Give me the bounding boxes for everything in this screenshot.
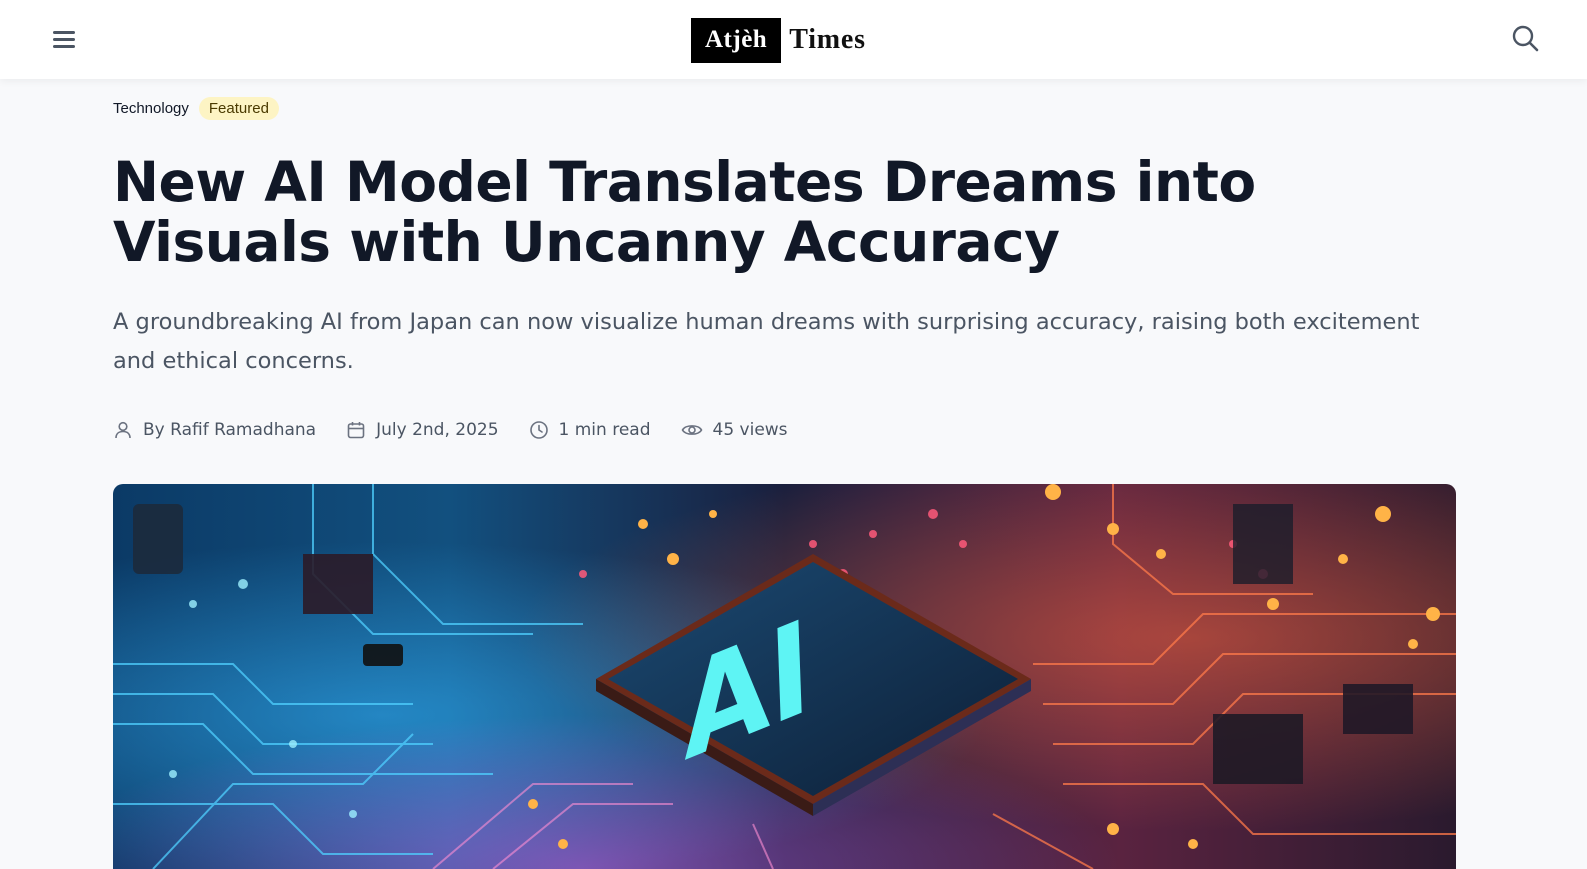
logo-box: Atjèh [691, 17, 782, 63]
meta-read-time: 1 min read [529, 420, 651, 440]
meta-views: 45 views [681, 420, 788, 440]
clock-icon [529, 421, 548, 439]
publish-date: July 2nd, 2025 [376, 420, 499, 440]
calendar-icon [347, 422, 365, 439]
read-time: 1 min read [558, 420, 651, 440]
hamburger-menu-icon[interactable] [50, 25, 80, 55]
meta-author: By Rafif Ramadhana [113, 420, 316, 440]
view-count: 45 views [712, 420, 788, 440]
category-row: Technology Featured [113, 97, 279, 120]
category-link[interactable]: Technology [113, 100, 189, 117]
article-meta: By Rafif Ramadhana July 2nd, 2025 1 min … [113, 420, 818, 440]
user-icon [115, 421, 131, 439]
meta-date: July 2nd, 2025 [346, 420, 499, 440]
article-subtitle: A groundbreaking AI from Japan can now v… [113, 309, 1420, 374]
site-logo[interactable]: Atjèh Times [691, 17, 866, 63]
author-name[interactable]: By Rafif Ramadhana [143, 420, 316, 440]
search-icon[interactable] [1509, 22, 1543, 56]
hero-image: AI [113, 484, 1456, 869]
featured-badge: Featured [198, 97, 279, 120]
top-navbar: Atjèh Times [0, 0, 1587, 79]
article-title: New AI Model Translates Dreams into Visu… [113, 150, 1256, 274]
logo-text: Times [789, 24, 866, 55]
eye-icon [681, 425, 702, 435]
